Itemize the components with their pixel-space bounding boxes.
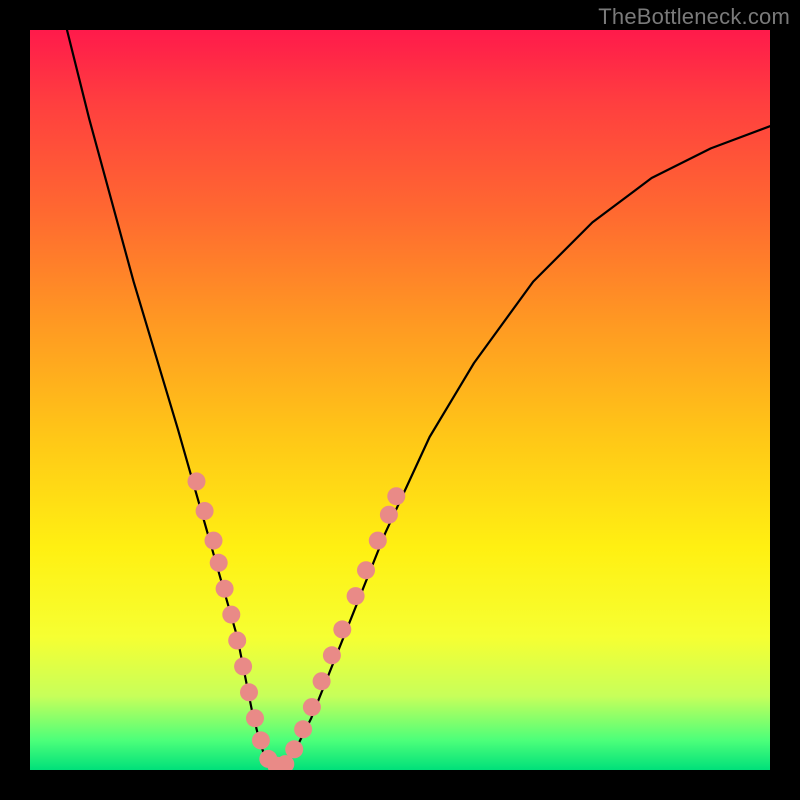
curve-dot bbox=[313, 672, 331, 690]
chart-frame: TheBottleneck.com bbox=[0, 0, 800, 800]
bottleneck-curve bbox=[67, 30, 770, 770]
chart-svg bbox=[30, 30, 770, 770]
curve-dot bbox=[285, 740, 303, 758]
curve-dot bbox=[188, 472, 206, 490]
curve-dot bbox=[246, 709, 264, 727]
dot-layer bbox=[188, 472, 406, 770]
curve-dot bbox=[240, 683, 258, 701]
curve-dot bbox=[196, 502, 214, 520]
plot-area bbox=[30, 30, 770, 770]
curve-dot bbox=[369, 532, 387, 550]
curve-dot bbox=[216, 580, 234, 598]
curve-dot bbox=[323, 646, 341, 664]
watermark-text: TheBottleneck.com bbox=[598, 4, 790, 30]
curve-dot bbox=[205, 532, 223, 550]
curve-dot bbox=[294, 720, 312, 738]
curve-dot bbox=[333, 620, 351, 638]
curve-dot bbox=[234, 657, 252, 675]
curve-dot bbox=[228, 632, 246, 650]
curve-dot bbox=[210, 554, 228, 572]
curve-dot bbox=[387, 487, 405, 505]
curve-dot bbox=[357, 561, 375, 579]
curve-dot bbox=[347, 587, 365, 605]
curve-dot bbox=[222, 606, 240, 624]
curve-dot bbox=[380, 506, 398, 524]
curve-dot bbox=[252, 731, 270, 749]
curve-dot bbox=[303, 698, 321, 716]
